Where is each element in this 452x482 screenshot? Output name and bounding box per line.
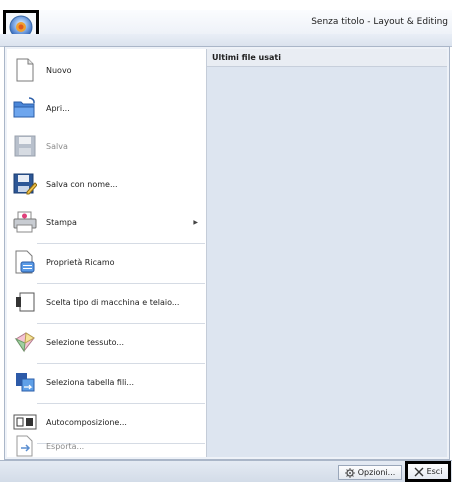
menu-item-proprieta-ricamo[interactable]: Proprietà Ricamo — [7, 245, 206, 279]
menu-item-label: Salva con nome... — [46, 179, 118, 189]
menu-item-label: Nuovo — [46, 65, 72, 75]
command-list: Nuovo Apri... Salva Salva con nome... St — [7, 49, 207, 457]
menu-separator — [37, 363, 205, 364]
export-icon — [13, 434, 37, 458]
recent-files-panel: Ultimi file usati — [207, 49, 447, 457]
menu-item-label: Stampa — [46, 217, 77, 227]
menu-item-selezione-tessuto[interactable]: Selezione tessuto... — [7, 325, 206, 359]
menu-separator — [37, 403, 205, 404]
menu-item-label: Salva — [46, 141, 68, 151]
menu-item-salva[interactable]: Salva — [7, 129, 206, 163]
new-document-icon — [13, 58, 37, 82]
save-as-icon — [13, 172, 37, 196]
menu-item-scelta-macchina-telaio[interactable]: Scelta tipo di macchina e telaio... — [7, 285, 206, 319]
menu-item-label: Proprietà Ricamo — [46, 257, 115, 267]
menu-item-salva-con-nome[interactable]: Salva con nome... — [7, 167, 206, 201]
menu-item-label: Esporta... — [46, 441, 85, 451]
fabric-icon — [13, 330, 37, 354]
menu-item-label: Apri... — [46, 103, 70, 113]
close-icon — [414, 467, 424, 476]
machine-hoop-icon — [13, 290, 37, 314]
application-menu: Nuovo Apri... Salva Salva con nome... St — [4, 46, 450, 460]
save-disk-icon — [13, 134, 37, 158]
menu-item-label: Autocomposizione... — [46, 417, 127, 427]
menu-item-seleziona-tabella-fili[interactable]: Seleziona tabella fili... — [7, 365, 206, 399]
menu-item-label: Seleziona tabella fili... — [46, 377, 135, 387]
open-folder-icon — [13, 96, 37, 120]
menu-separator — [37, 243, 205, 244]
menu-footer: Opzioni... Esci — [0, 460, 452, 482]
exit-label: Esci — [426, 467, 443, 476]
menu-separator — [37, 283, 205, 284]
menu-item-nuovo[interactable]: Nuovo — [7, 53, 206, 87]
menu-separator — [37, 323, 205, 324]
menu-item-label: Scelta tipo di macchina e telaio... — [46, 297, 180, 307]
menu-item-esporta[interactable]: Esporta... — [7, 429, 206, 463]
thread-table-icon — [13, 370, 37, 394]
submenu-arrow-icon: ▶ — [193, 218, 198, 226]
exit-button[interactable]: Esci — [405, 461, 451, 482]
menu-item-apri[interactable]: Apri... — [7, 91, 206, 125]
window-title: Senza titolo - Layout & Editing — [311, 17, 448, 27]
print-icon — [13, 210, 37, 234]
menu-item-label: Selezione tessuto... — [46, 337, 124, 347]
embroidery-properties-icon — [13, 250, 37, 274]
recent-files-header: Ultimi file usati — [207, 49, 447, 67]
title-bar: Senza titolo - Layout & Editing — [40, 10, 452, 35]
options-label: Opzioni... — [357, 468, 396, 477]
menu-item-stampa[interactable]: Stampa ▶ — [7, 205, 206, 239]
gear-icon — [344, 467, 355, 478]
options-button[interactable]: Opzioni... — [338, 465, 402, 480]
